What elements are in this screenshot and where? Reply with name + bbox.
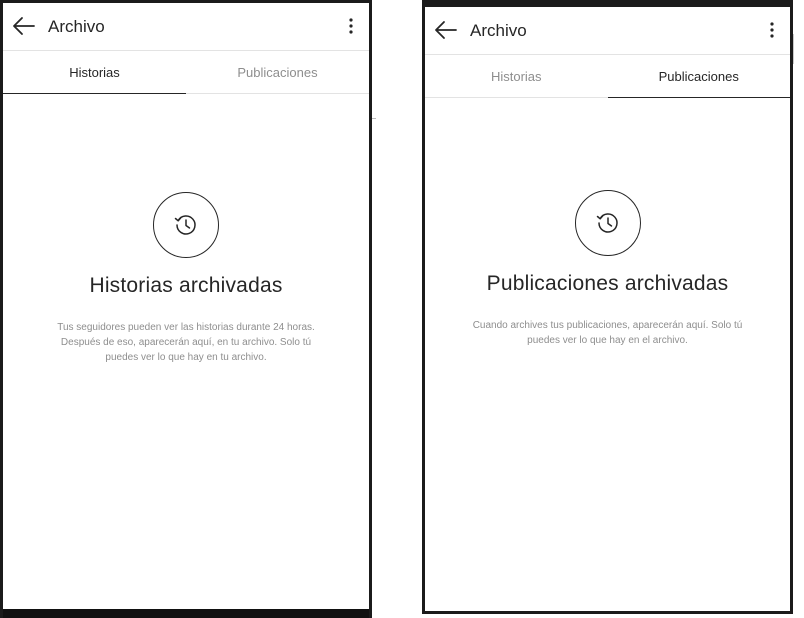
divider	[372, 118, 376, 119]
tab-publicaciones[interactable]: Publicaciones	[607, 55, 791, 98]
more-options-icon[interactable]	[764, 19, 780, 41]
app-header: Archivo	[3, 3, 369, 51]
empty-state-description: Tus seguidores pueden ver las historias …	[36, 320, 336, 365]
empty-state: Historias archivadas Tus seguidores pued…	[3, 192, 369, 365]
tab-historias[interactable]: Historias	[425, 55, 608, 97]
empty-state-title: Publicaciones archivadas	[486, 272, 729, 295]
tab-historias[interactable]: Historias	[3, 51, 186, 94]
empty-state: Publicaciones archivadas Cuando archives…	[425, 190, 790, 348]
phone-screen-historias: Archivo Historias Publicaciones Historia…	[0, 0, 372, 618]
description-line: Tus seguidores pueden ver las historias …	[57, 322, 315, 333]
empty-state-description: Cuando archives tus publicaciones, apare…	[448, 318, 768, 348]
description-line: Después de eso, aparecerán aquí, en tu a…	[60, 337, 312, 348]
header-title: Archivo	[48, 17, 105, 36]
back-arrow-icon[interactable]	[433, 17, 459, 43]
more-options-icon[interactable]	[343, 15, 359, 37]
description-line: puedes ver lo que hay en el archivo.	[527, 335, 688, 346]
tab-bar: Historias Publicaciones	[425, 55, 790, 98]
description-line: Cuando archives tus publicaciones, apare…	[472, 320, 743, 331]
back-arrow-icon[interactable]	[11, 13, 37, 39]
empty-state-title: Historias archivadas	[89, 274, 283, 297]
header-title: Archivo	[470, 21, 527, 40]
phone-screen-publicaciones: Archivo Historias Publicaciones Publicac…	[422, 0, 793, 614]
app-header: Archivo	[425, 7, 790, 55]
divider	[793, 34, 794, 64]
tab-publicaciones[interactable]: Publicaciones	[186, 51, 369, 93]
tab-bar: Historias Publicaciones	[3, 51, 369, 94]
navigation-bar	[3, 609, 369, 618]
history-clock-icon	[153, 192, 219, 258]
history-clock-icon	[574, 190, 641, 256]
description-line: puedes ver lo que hay en tu archivo.	[105, 352, 267, 363]
